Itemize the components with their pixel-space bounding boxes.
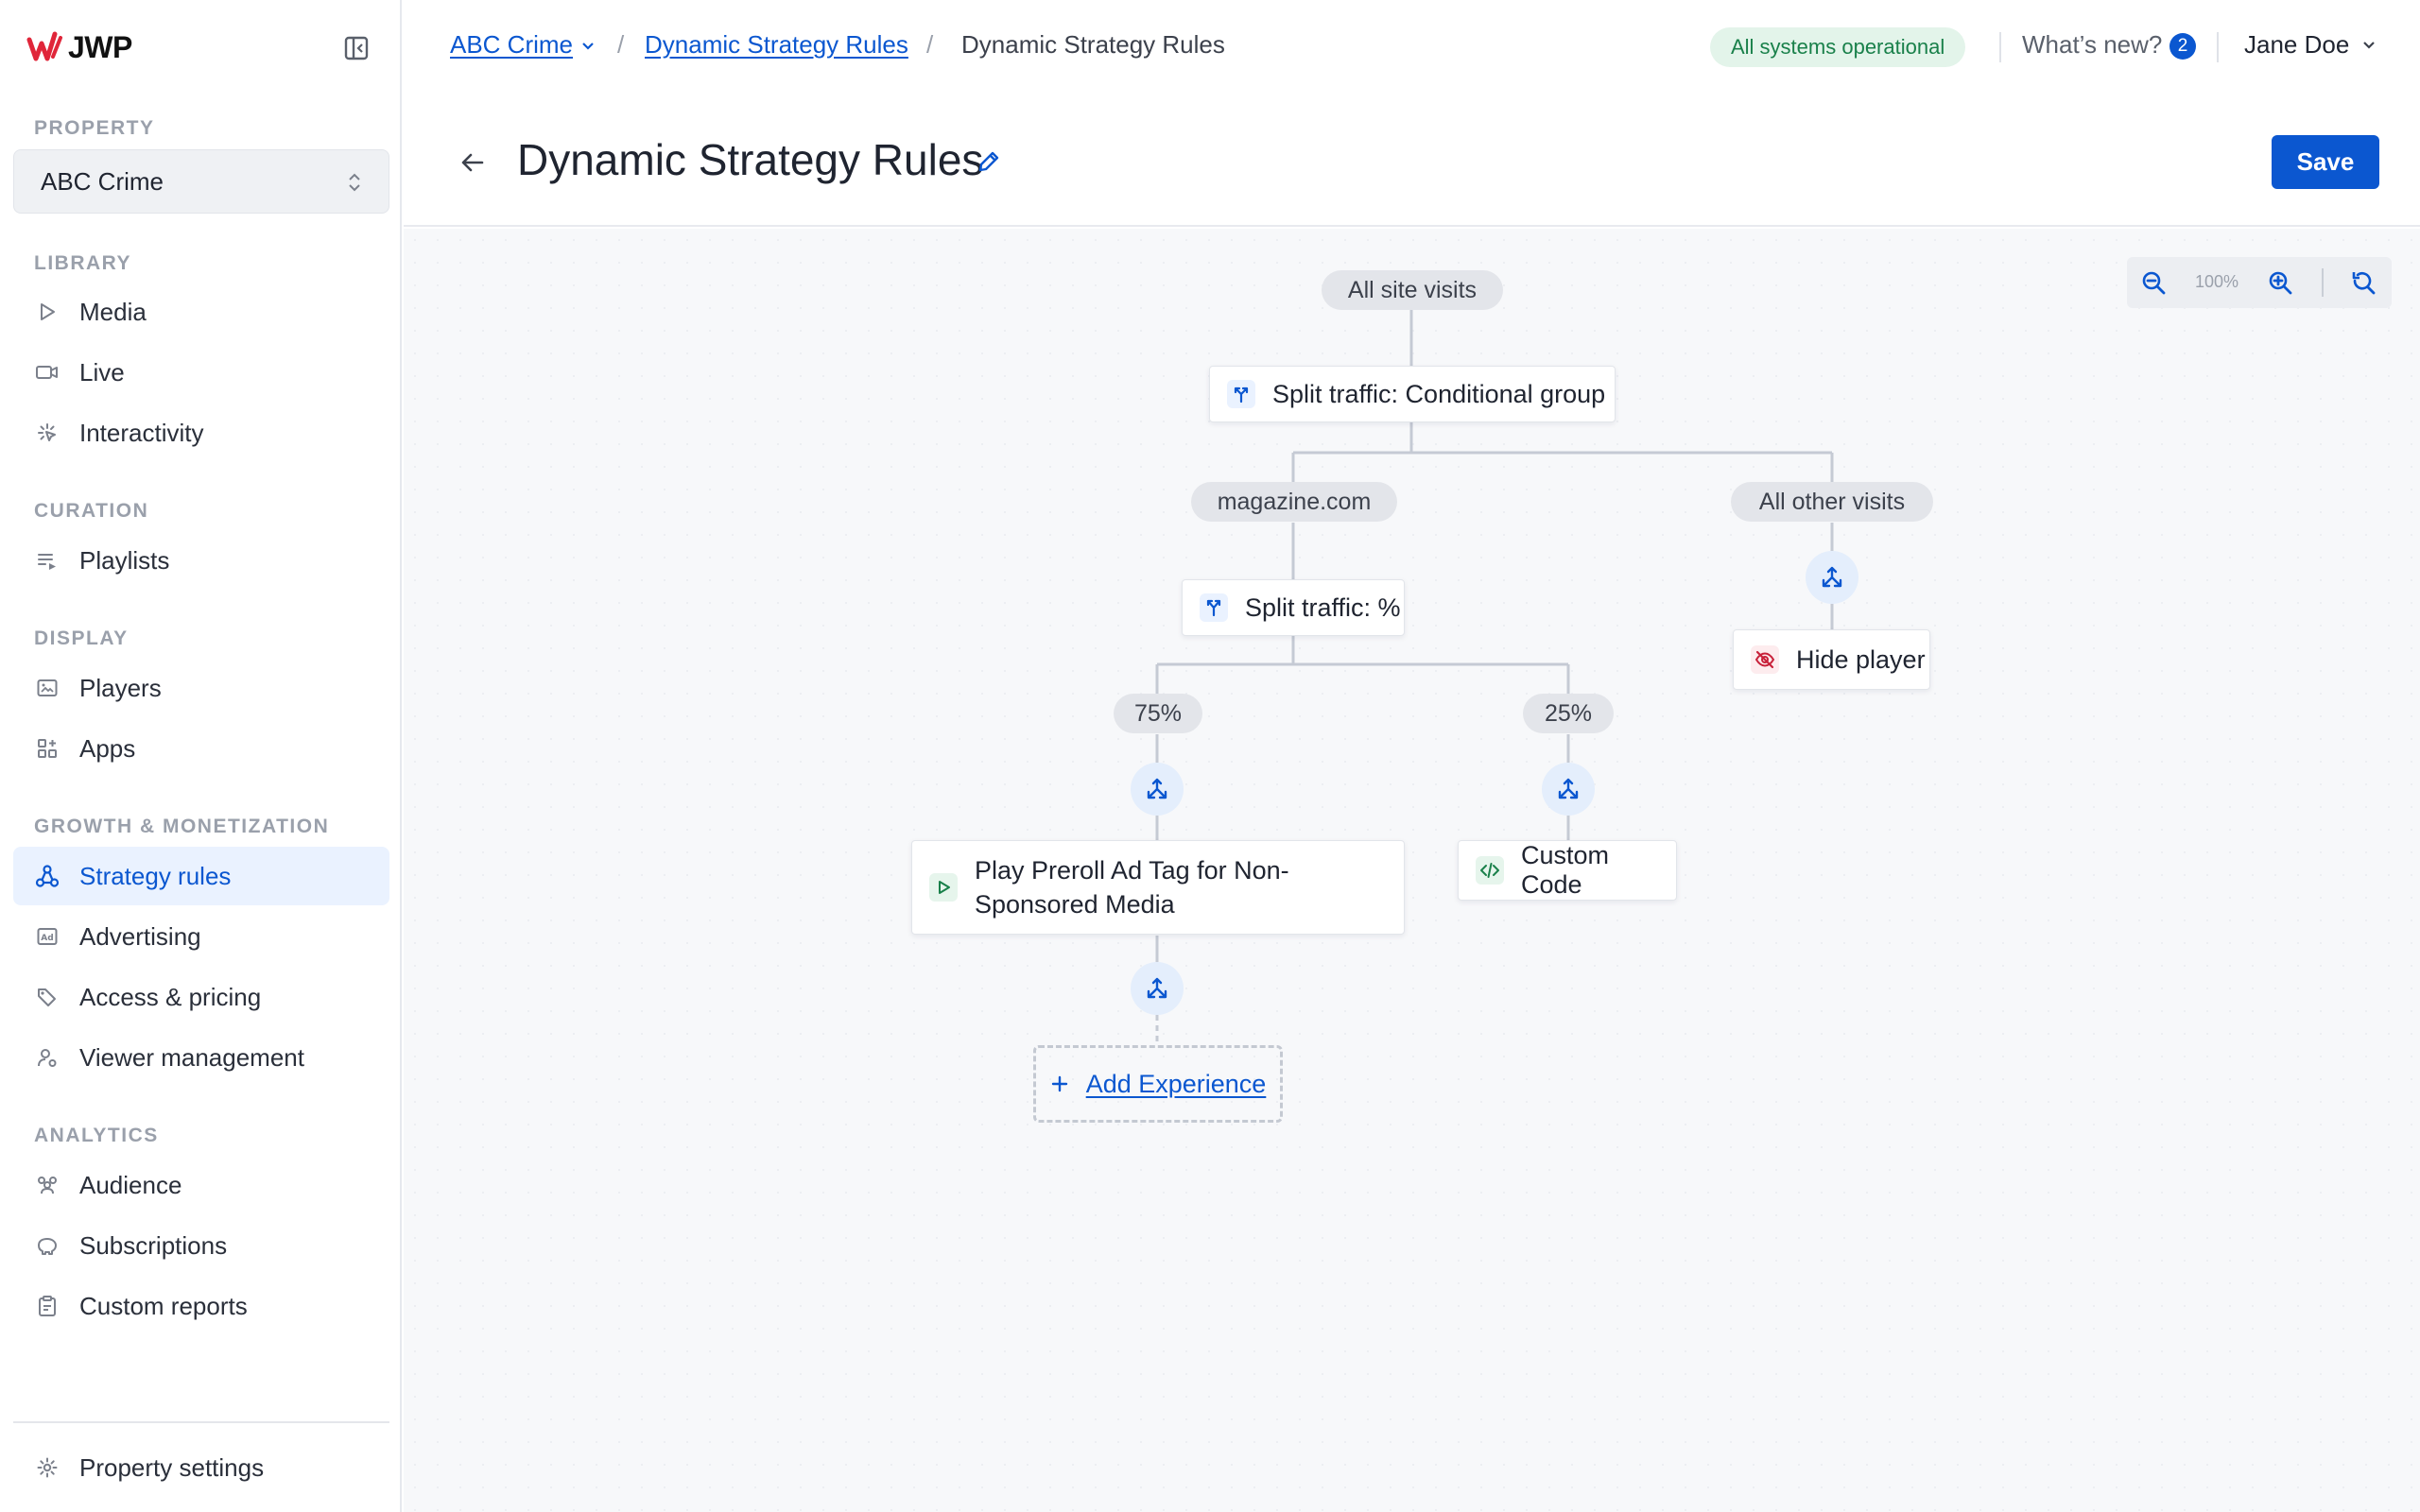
split-percent-icon xyxy=(1200,593,1228,622)
add-step-connector[interactable] xyxy=(1542,763,1595,816)
node-label-line: Sponsored Media xyxy=(975,890,1175,919)
node-label-line: Play Preroll Ad Tag for Non- xyxy=(975,856,1289,885)
node-label: Play Preroll Ad Tag for Non- Sponsored M… xyxy=(975,853,1289,921)
add-step-connector[interactable] xyxy=(1806,551,1858,604)
reset-zoom-icon[interactable] xyxy=(2350,269,2377,296)
node-label: Custom Code xyxy=(1521,841,1610,899)
node-label: Split traffic: % xyxy=(1245,593,1401,622)
custom-code-node[interactable]: Custom Code xyxy=(1458,840,1677,901)
zoom-out-icon[interactable] xyxy=(2140,269,2167,296)
code-icon xyxy=(1476,856,1504,885)
zoom-toolbar xyxy=(2127,257,2392,308)
merge-arrows-icon xyxy=(1822,566,1842,588)
flow-connector-lines xyxy=(1155,310,1834,1045)
split-percent-node[interactable]: Split traffic: % xyxy=(1182,579,1405,636)
add-step-connector[interactable] xyxy=(1131,763,1184,816)
branch-pill-25-percent[interactable]: 25% xyxy=(1523,694,1614,733)
merge-arrows-icon xyxy=(1147,778,1167,799)
plus-icon xyxy=(1051,1075,1067,1092)
preroll-ad-tag-node[interactable]: Play Preroll Ad Tag for Non- Sponsored M… xyxy=(911,840,1405,935)
play-icon xyxy=(929,873,958,902)
split-conditional-group-node[interactable]: Split traffic: Conditional group xyxy=(1209,366,1616,422)
divider xyxy=(2322,268,2324,297)
eye-off-icon xyxy=(1751,645,1779,674)
node-label: Split traffic: Conditional group xyxy=(1272,379,1606,408)
branch-pill-all-other-visits[interactable]: All other visits xyxy=(1731,482,1933,522)
branch-pill-magazine[interactable]: magazine.com xyxy=(1191,482,1397,522)
merge-arrows-icon xyxy=(1147,977,1167,999)
zoom-in-icon[interactable] xyxy=(2267,269,2293,296)
zoom-level-readout: 100% xyxy=(2195,272,2239,291)
root-condition-pill[interactable]: All site visits xyxy=(1322,270,1503,310)
branch-pill-75-percent[interactable]: 75% xyxy=(1114,694,1202,733)
merge-arrows-icon xyxy=(1558,778,1579,799)
add-step-connector[interactable] xyxy=(1131,962,1184,1015)
split-conditional-icon xyxy=(1227,380,1255,408)
hide-player-node[interactable]: Hide player xyxy=(1733,629,1930,690)
add-experience-button[interactable]: Add Experience xyxy=(1033,1045,1283,1123)
node-label: Hide player xyxy=(1796,644,1926,674)
add-experience-label: Add Experience xyxy=(1085,1069,1267,1098)
